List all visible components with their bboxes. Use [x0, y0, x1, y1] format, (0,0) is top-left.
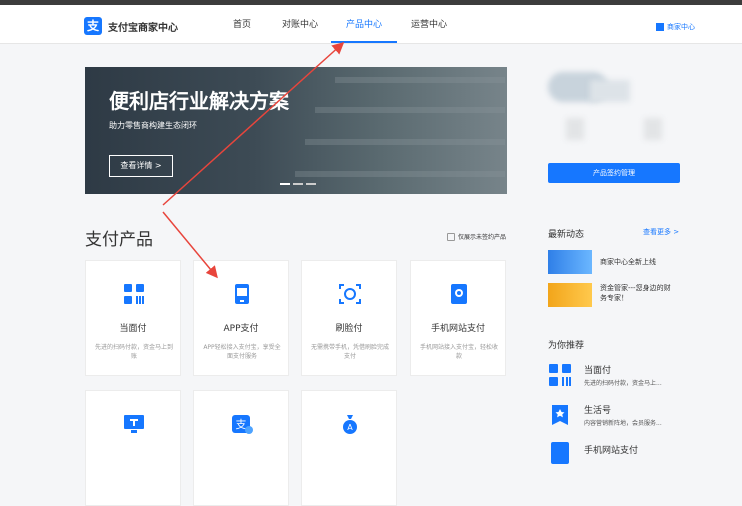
annotation-arrows — [162, 41, 345, 279]
arrow-to-app-payment — [162, 211, 218, 279]
arrow-to-products-nav — [162, 41, 345, 206]
